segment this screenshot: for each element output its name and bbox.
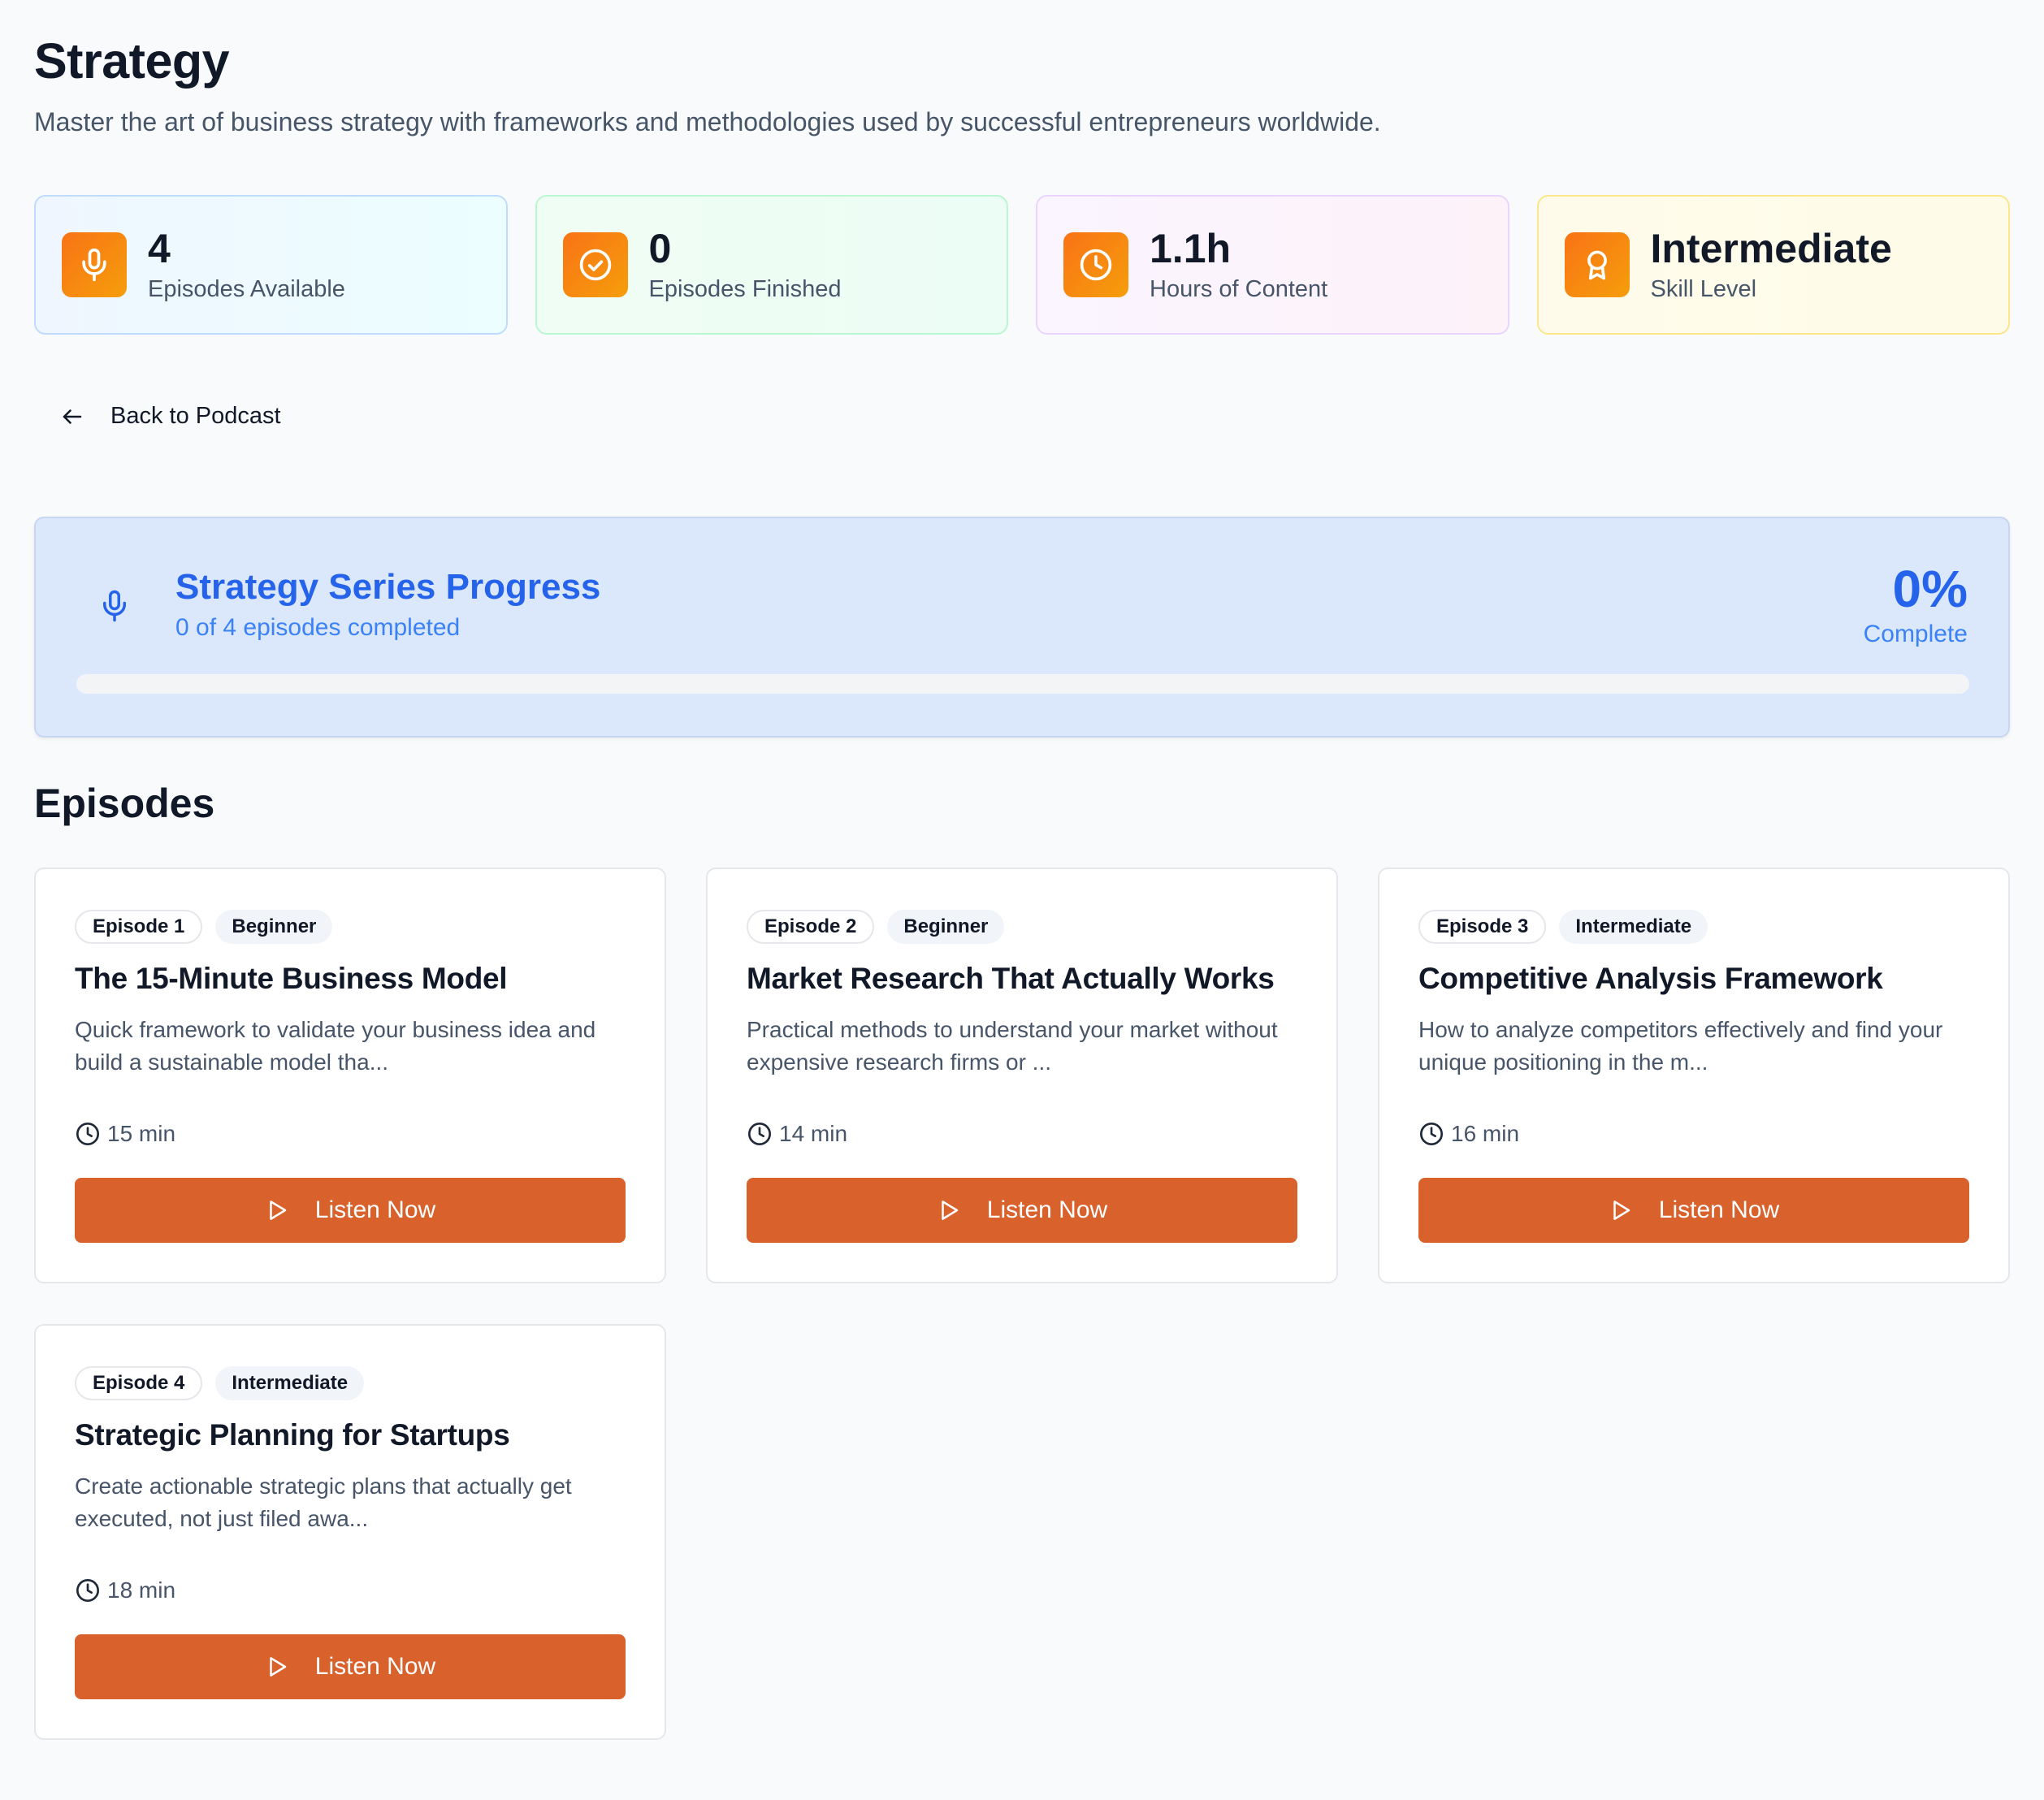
episode-card: Episode 4 Intermediate Strategic Plannin… <box>34 1324 666 1740</box>
microphone-icon <box>103 590 126 622</box>
listen-now-button[interactable]: Listen Now <box>747 1178 1297 1243</box>
duration-label: 18 min <box>107 1577 176 1603</box>
episode-card: Episode 2 Beginner Market Research That … <box>706 868 1338 1283</box>
episode-duration: 15 min <box>75 1121 175 1147</box>
episode-duration: 16 min <box>1418 1121 1519 1147</box>
listen-now-label: Listen Now <box>314 1653 436 1680</box>
stats-row: 4 Episodes Available 0 Episodes Finished <box>34 195 2010 335</box>
listen-now-button[interactable]: Listen Now <box>75 1634 626 1699</box>
stat-label: Episodes Available <box>148 276 345 302</box>
episode-title: Market Research That Actually Works <box>747 962 1275 995</box>
arrow-left-icon <box>63 409 82 424</box>
episode-description: Quick framework to validate your busines… <box>75 1017 596 1075</box>
episode-description: Create actionable strategic plans that a… <box>75 1473 572 1531</box>
page-subtitle: Master the art of business strategy with… <box>34 107 1381 136</box>
stat-label: Episodes Finished <box>648 276 842 302</box>
episode-description: Practical methods to understand your mar… <box>747 1017 1278 1075</box>
clock-icon <box>76 1123 99 1145</box>
stat-value: 0 <box>648 226 672 271</box>
award-icon <box>1564 232 1630 297</box>
level-badge: Intermediate <box>215 1366 365 1400</box>
clock-icon <box>748 1123 771 1145</box>
level-badge: Beginner <box>887 910 1005 944</box>
stat-card-skill-level: Intermediate Skill Level <box>1536 195 2010 335</box>
stat-label: Hours of Content <box>1150 276 1328 302</box>
level-badge: Intermediate <box>1559 910 1708 944</box>
episode-description: How to analyze competitors effectively a… <box>1418 1017 1943 1075</box>
duration-label: 16 min <box>1451 1121 1520 1146</box>
episode-number-badge: Episode 1 <box>75 910 203 944</box>
listen-now-label: Listen Now <box>986 1196 1108 1223</box>
episode-number-badge: Episode 4 <box>75 1366 203 1400</box>
progress-subtitle: 0 of 4 episodes completed <box>175 614 461 641</box>
clock-icon <box>1420 1123 1443 1145</box>
duration-label: 14 min <box>779 1121 848 1146</box>
level-badge: Beginner <box>215 910 333 944</box>
progress-complete-label: Complete <box>1863 621 1968 647</box>
episodes-heading: Episodes <box>34 781 215 826</box>
stat-card-episodes-available: 4 Episodes Available <box>34 195 508 335</box>
listen-now-button[interactable]: Listen Now <box>1418 1178 1969 1243</box>
stat-label: Skill Level <box>1650 276 1757 302</box>
episode-duration: 14 min <box>747 1121 847 1147</box>
listen-now-label: Listen Now <box>1658 1196 1780 1223</box>
duration-label: 15 min <box>107 1121 176 1146</box>
episode-card: Episode 3 Intermediate Competitive Analy… <box>1378 868 2010 1283</box>
stat-card-hours-content: 1.1h Hours of Content <box>1036 195 1509 335</box>
stat-card-episodes-finished: 0 Episodes Finished <box>535 195 1008 335</box>
episodes-grid: Episode 1 Beginner The 15-Minute Busines… <box>34 868 2010 1740</box>
play-icon <box>270 1657 287 1677</box>
progress-percent: 0% <box>1892 560 1968 618</box>
progress-title: Strategy Series Progress <box>175 567 601 607</box>
check-circle-icon <box>562 232 628 297</box>
microphone-icon <box>62 232 127 297</box>
back-to-podcast-link[interactable]: Back to Podcast <box>60 403 281 430</box>
episode-number-badge: Episode 2 <box>747 910 875 944</box>
play-icon <box>942 1201 959 1220</box>
series-progress-card: Strategy Series Progress 0 of 4 episodes… <box>34 517 2010 738</box>
listen-now-button[interactable]: Listen Now <box>75 1178 626 1243</box>
episode-title: Strategic Planning for Startups <box>75 1418 510 1452</box>
back-link-label: Back to Podcast <box>110 403 281 429</box>
play-icon <box>270 1201 287 1220</box>
progress-bar <box>76 674 1969 694</box>
stat-value: 4 <box>148 226 171 271</box>
strategy-page: Strategy Master the art of business stra… <box>0 0 2044 1800</box>
episode-title: The 15-Minute Business Model <box>75 962 508 995</box>
episode-duration: 18 min <box>75 1577 175 1603</box>
clock-icon <box>76 1579 99 1602</box>
episode-card: Episode 1 Beginner The 15-Minute Busines… <box>34 868 666 1283</box>
stat-value: 1.1h <box>1150 226 1232 271</box>
play-icon <box>1613 1201 1630 1220</box>
stat-value: Intermediate <box>1650 226 1892 271</box>
episode-title: Competitive Analysis Framework <box>1418 962 1883 995</box>
episode-number-badge: Episode 3 <box>1418 910 1547 944</box>
listen-now-label: Listen Now <box>314 1196 436 1223</box>
page-title: Strategy <box>34 33 230 89</box>
clock-icon <box>1063 232 1128 297</box>
